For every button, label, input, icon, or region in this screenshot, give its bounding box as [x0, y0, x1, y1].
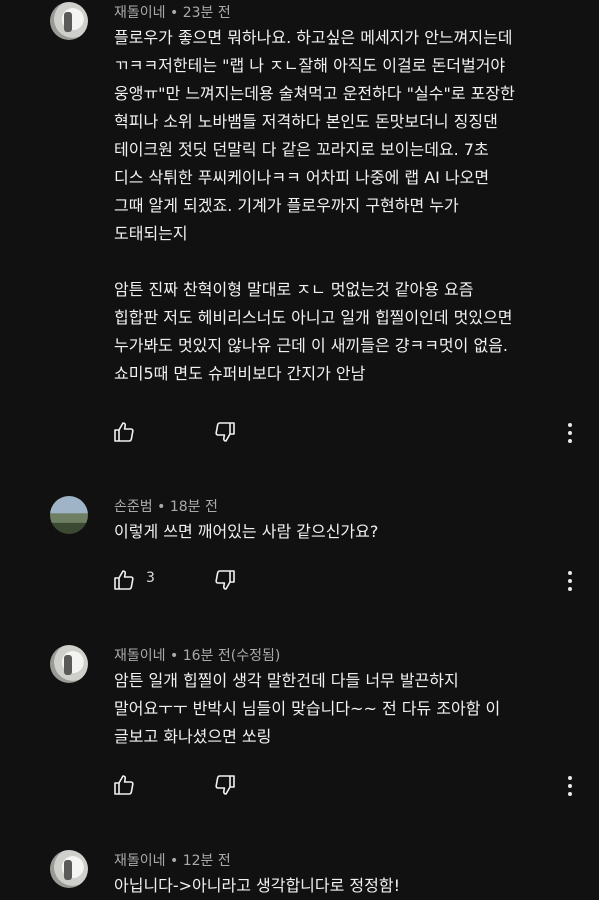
- thumbs-up-icon: [114, 422, 134, 442]
- more-vert-icon[interactable]: [564, 570, 576, 594]
- avatar[interactable]: [50, 645, 88, 683]
- avatar-figure: [64, 12, 72, 32]
- comment-line: 이렇게 쓰면 깨어있는 사람 같으신가요?: [114, 522, 379, 541]
- author-name[interactable]: 재돌이네: [114, 648, 166, 664]
- comment-actions: [0, 771, 599, 801]
- comment-actions: 3: [0, 566, 599, 596]
- comment-line: 쇼미5때 면도 슈퍼비보다 간지가 안남: [114, 364, 366, 383]
- comment-line: 도태되는지: [114, 224, 188, 243]
- like-count: 3: [146, 570, 155, 586]
- comment-text: 이렇게 쓰면 깨어있는 사람 같으신가요?: [114, 518, 589, 546]
- thumbs-up-icon: [114, 775, 134, 795]
- comment-line: 암튼 진짜 찬혁이형 말대로 ㅈㄴ 멋없는것 같아용 요즘: [114, 280, 474, 299]
- more-vert-icon[interactable]: [564, 775, 576, 799]
- avatar[interactable]: [50, 850, 88, 888]
- thumbs-down-icon: [215, 422, 235, 442]
- comment-line: ㄲㅋㅋ저한테는 "랩 나 ㅈㄴ잘해 아직도 이걸로 돈더벌거야: [114, 56, 506, 75]
- dislike-button[interactable]: [213, 773, 237, 797]
- comment-meta: 재돌이네 • 23분 전: [114, 2, 231, 22]
- comment-line: 아닙니다->아니라고 생각합니다로 정정함!: [114, 876, 401, 895]
- comment-line: 누가봐도 멋있지 않나유 근데 이 새끼들은 걍ㅋㅋ멋이 없음.: [114, 336, 508, 355]
- comment-line: 암튼 일개 힙찔이 생각 말한건데 다들 너무 발끈하지: [114, 671, 459, 690]
- author-name[interactable]: 손준범: [114, 499, 153, 515]
- comment-line: 혁피나 소위 노바뱀들 저격하다 본인도 돈맛보더니 징징댄: [114, 112, 498, 131]
- comment-line: 글보고 화나셨으면 쏘링: [114, 727, 272, 746]
- meta-separator: •: [165, 5, 183, 21]
- avatar[interactable]: [50, 2, 88, 40]
- comment-text: 아닙니다->아니라고 생각합니다로 정정함!: [114, 872, 589, 900]
- meta-separator: •: [165, 648, 183, 664]
- thumbs-down-icon: [215, 570, 235, 590]
- comment-line: 테이크원 젓딧 던말릭 다 같은 꼬라지로 보이는데요. 7초: [114, 140, 489, 159]
- comment-text: 플로우가 좋으면 뭐하나요. 하고싶은 메세지가 안느껴지는데 ㄲㅋㅋ저한테는 …: [114, 24, 589, 388]
- comment-text: 암튼 일개 힙찔이 생각 말한건데 다들 너무 발끈하지 말어요ㅜㅜ 반박시 님…: [114, 667, 589, 751]
- comment-line: 그때 알게 되겠죠. 기계가 플로우까지 구현하면 누가: [114, 196, 459, 215]
- like-button[interactable]: [112, 568, 136, 592]
- comment-line: 디스 삭튀한 푸씨케이나ㅋㅋ 어차피 나중에 랩 AI 나오면: [114, 168, 490, 187]
- comment-line: 플로우가 좋으면 뭐하나요. 하고싶은 메세지가 안느껴지는데: [114, 28, 513, 47]
- comment-line: 말어요ㅜㅜ 반박시 님들이 맞습니다~~ 전 다듀 조아함 이: [114, 699, 501, 718]
- dislike-button[interactable]: [213, 420, 237, 444]
- author-name[interactable]: 재돌이네: [114, 5, 166, 21]
- author-name[interactable]: 재돌이네: [114, 853, 166, 869]
- thumbs-up-icon: [114, 570, 134, 590]
- like-button[interactable]: [112, 773, 136, 797]
- timestamp[interactable]: 23분 전: [183, 5, 231, 21]
- comment-meta: 재돌이네 • 16분 전(수정됨): [114, 645, 280, 665]
- timestamp[interactable]: 16분 전(수정됨): [183, 648, 281, 664]
- timestamp[interactable]: 18분 전: [170, 499, 218, 515]
- dislike-button[interactable]: [213, 568, 237, 592]
- more-vert-icon[interactable]: [564, 422, 576, 446]
- avatar[interactable]: [50, 496, 88, 534]
- timestamp[interactable]: 12분 전: [183, 853, 231, 869]
- meta-separator: •: [165, 853, 183, 869]
- comment-line: 힙합판 저도 헤비리스너도 아니고 일개 힙찔이인데 멋있으면: [114, 308, 513, 327]
- like-button[interactable]: [112, 420, 136, 444]
- comment-actions: [0, 418, 599, 448]
- comment-meta: 재돌이네 • 12분 전: [114, 850, 231, 870]
- meta-separator: •: [152, 499, 170, 515]
- comment-line: [114, 248, 589, 276]
- avatar-figure: [64, 860, 72, 880]
- avatar-figure: [64, 655, 72, 675]
- comment-meta: 손준범 • 18분 전: [114, 496, 218, 516]
- thumbs-down-icon: [215, 775, 235, 795]
- comment-line: 웅앵ㅠ"만 느껴지는데용 술쳐먹고 운전하다 "실수"로 포장한: [114, 84, 515, 103]
